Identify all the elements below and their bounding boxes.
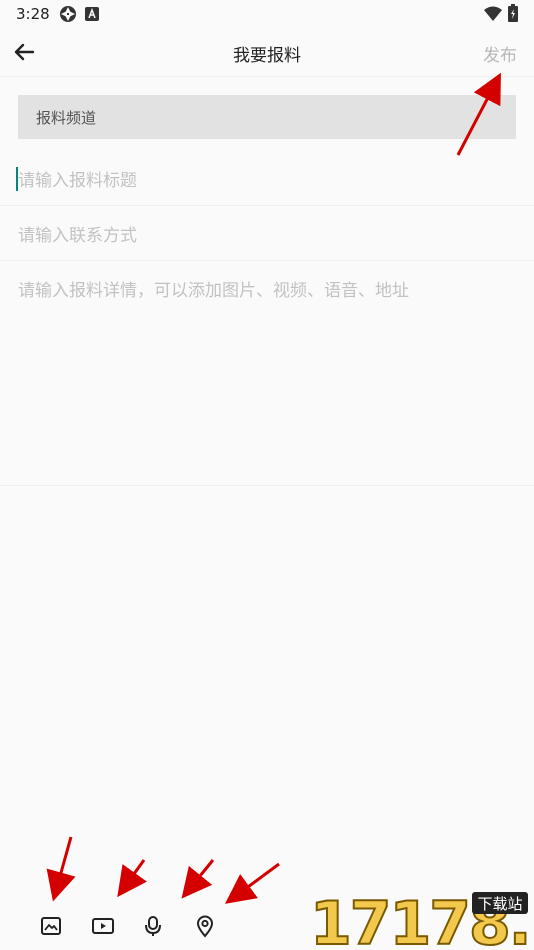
channel-select[interactable]: 报料频道 [18,95,516,139]
text-cursor [16,167,18,191]
site-watermark-logo: 17178.COM 下载站 [309,888,530,950]
annotation-arrow [46,836,76,902]
annotation-arrow [117,859,147,898]
microphone-icon[interactable] [141,914,165,938]
aperture-icon [60,6,76,22]
battery-icon [508,4,518,22]
status-time: 3:28 [16,5,50,23]
notification-a-icon [85,7,99,21]
status-bar: 3:28 [0,0,534,28]
app-bar: 我要报料 发布 [0,28,534,77]
wifi-icon [484,6,502,21]
video-icon[interactable] [91,914,115,938]
annotation-arrow [224,862,280,904]
contact-input[interactable]: 请输入联系方式 [0,207,534,261]
channel-select-label: 报料频道 [36,108,97,127]
page-title: 我要报料 [233,46,301,66]
watermark-badge: 下载站 [477,895,522,913]
detail-textarea[interactable]: 请输入报料详情，可以添加图片、视频、语音、地址 [0,262,534,486]
location-pin-icon[interactable] [193,914,217,938]
publish-button[interactable]: 发布 [483,41,517,66]
image-icon[interactable] [39,914,63,938]
title-input[interactable]: 请输入报料标题 [0,152,534,206]
annotation-arrow [181,859,215,899]
